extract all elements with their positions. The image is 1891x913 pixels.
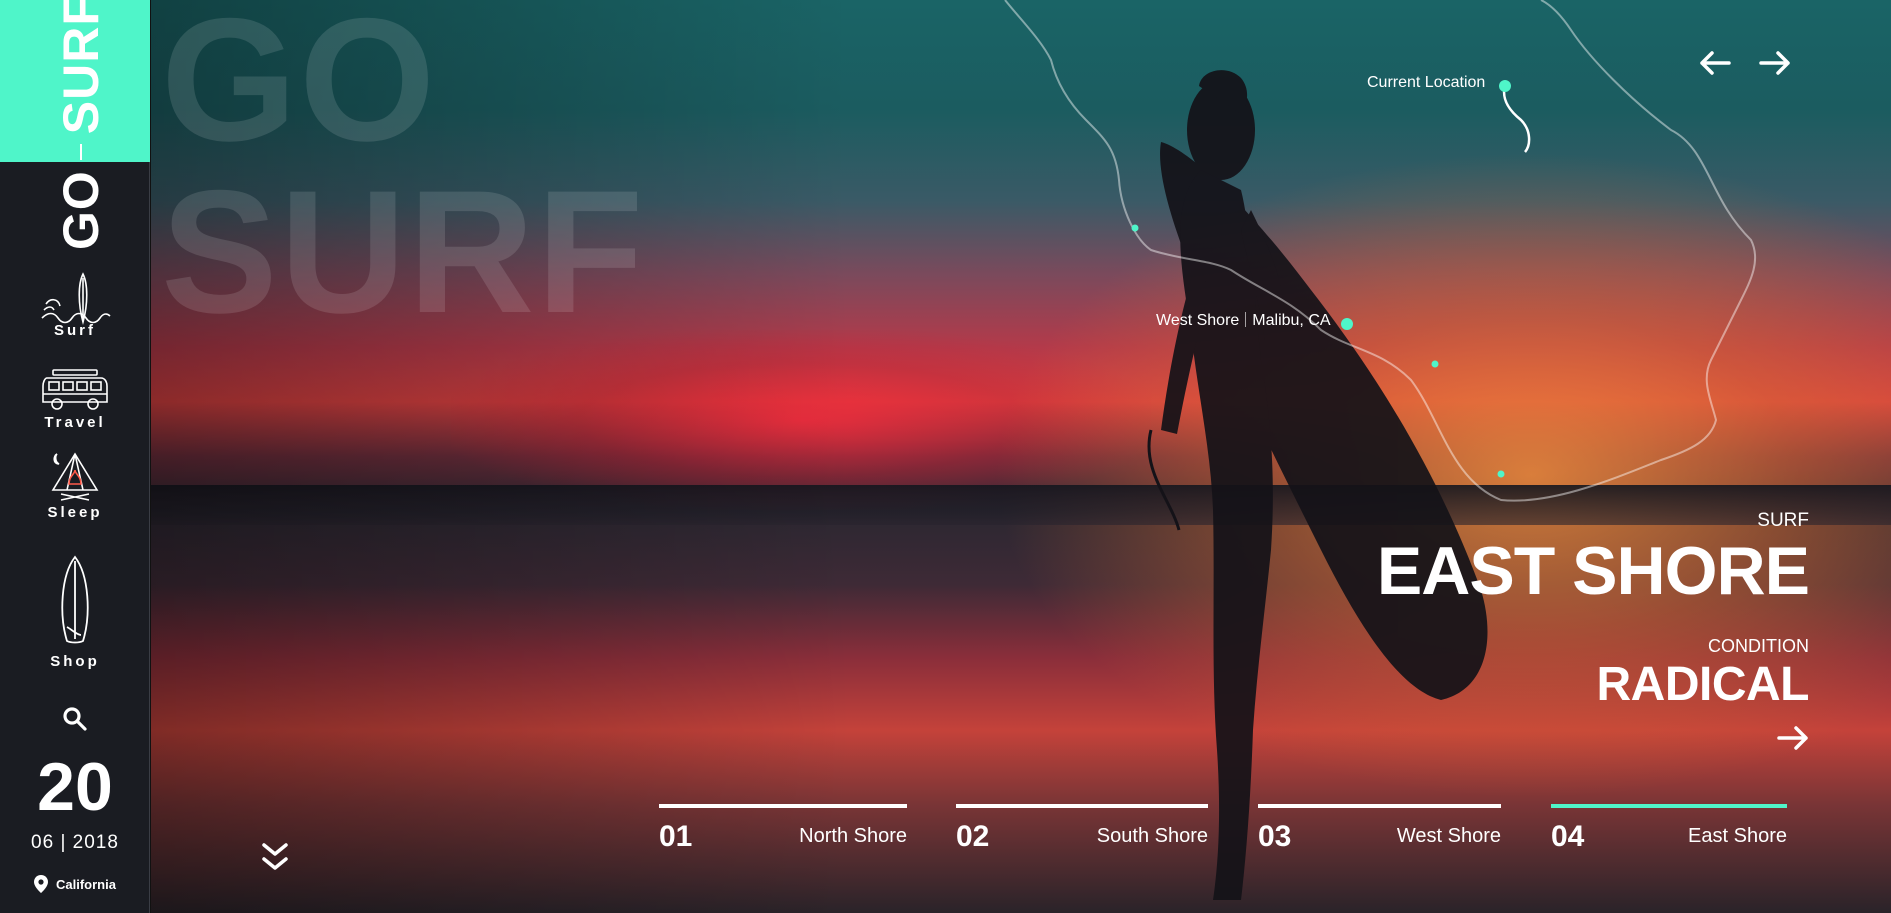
condition-label: CONDITION: [1708, 636, 1809, 656]
logo-word-go: GO: [53, 170, 109, 250]
search-button[interactable]: [62, 706, 88, 737]
arrow-right-icon: [1759, 51, 1790, 75]
logo-word-surf: SURF: [53, 0, 109, 135]
map-marker-city: Malibu, CA: [1252, 312, 1331, 329]
sidebar-item-label: Surf: [54, 322, 96, 339]
label-divider: [1245, 312, 1247, 327]
tab-label: North Shore: [799, 825, 907, 847]
sidebar-item-label: Travel: [44, 414, 106, 431]
hero: GO SURF Current Location West Shore Malib…: [151, 0, 1891, 913]
map-marker-label[interactable]: West Shore Malibu, CA: [1156, 312, 1331, 330]
date-month-year: 06 | 2018: [31, 832, 119, 853]
sidebar: GO SURF Surf Travel Sleep Shop 20 06 | 2…: [0, 0, 150, 913]
spot-info: SURF EAST SHORE CONDITION RADICAL: [1376, 510, 1810, 751]
sidebar-item-surf[interactable]: Surf: [0, 270, 150, 339]
surfboard-icon: [61, 555, 89, 644]
spot-kicker: SURF: [1757, 510, 1809, 531]
sidebar-item-label: Shop: [50, 653, 100, 670]
tab-label: South Shore: [1096, 825, 1208, 847]
condition-value: RADICAL: [1596, 658, 1810, 711]
tab-indicator: [1258, 804, 1501, 808]
slide-navigation: [1699, 50, 1791, 81]
tab-west-shore[interactable]: 03 West Shore: [1258, 804, 1501, 854]
sidebar-item-label: Sleep: [47, 504, 103, 521]
surfboard-waves-icon: [41, 272, 111, 325]
map-marker-place: West Shore: [1156, 312, 1240, 329]
scroll-down-button[interactable]: [261, 842, 289, 879]
tab-south-shore[interactable]: 02 South Shore: [956, 804, 1208, 854]
tab-north-shore[interactable]: 01 North Shore: [659, 804, 907, 854]
spot-details-button[interactable]: [1377, 725, 1809, 751]
arrow-right-icon: [1777, 726, 1808, 750]
next-slide-button[interactable]: [1759, 50, 1791, 81]
tab-indicator-active: [1551, 804, 1787, 808]
arrow-left-icon: [1700, 51, 1731, 75]
current-location-label: Current Location: [1367, 74, 1486, 91]
map-pin-icon: [34, 875, 49, 893]
spot-title: EAST SHORE: [1376, 533, 1810, 609]
tab-number: 04: [1551, 820, 1585, 853]
location[interactable]: California: [0, 875, 150, 893]
search-icon: [63, 707, 87, 731]
tab-number: 03: [1258, 820, 1292, 853]
tent-campfire-icon: [51, 452, 99, 501]
chevron-double-down-icon: [262, 843, 288, 870]
van-icon: [42, 369, 108, 410]
tab-label: West Shore: [1396, 825, 1501, 847]
tab-number: 02: [956, 820, 990, 853]
sidebar-item-travel[interactable]: Travel: [0, 368, 150, 431]
tab-east-shore[interactable]: 04 East Shore: [1551, 804, 1787, 854]
sidebar-item-shop[interactable]: Shop: [0, 555, 150, 670]
tab-label: East Shore: [1688, 825, 1787, 847]
logo-divider: [80, 144, 82, 161]
sidebar-item-sleep[interactable]: Sleep: [0, 450, 150, 521]
location-label: California: [56, 876, 116, 892]
coastline-map: [1004, 0, 1757, 502]
tab-number: 01: [659, 820, 693, 853]
tab-indicator: [956, 804, 1208, 808]
date-day: 20: [37, 749, 113, 825]
prev-slide-button[interactable]: [1699, 50, 1731, 81]
logo[interactable]: GO SURF: [52, 0, 110, 250]
tab-indicator: [659, 804, 907, 808]
